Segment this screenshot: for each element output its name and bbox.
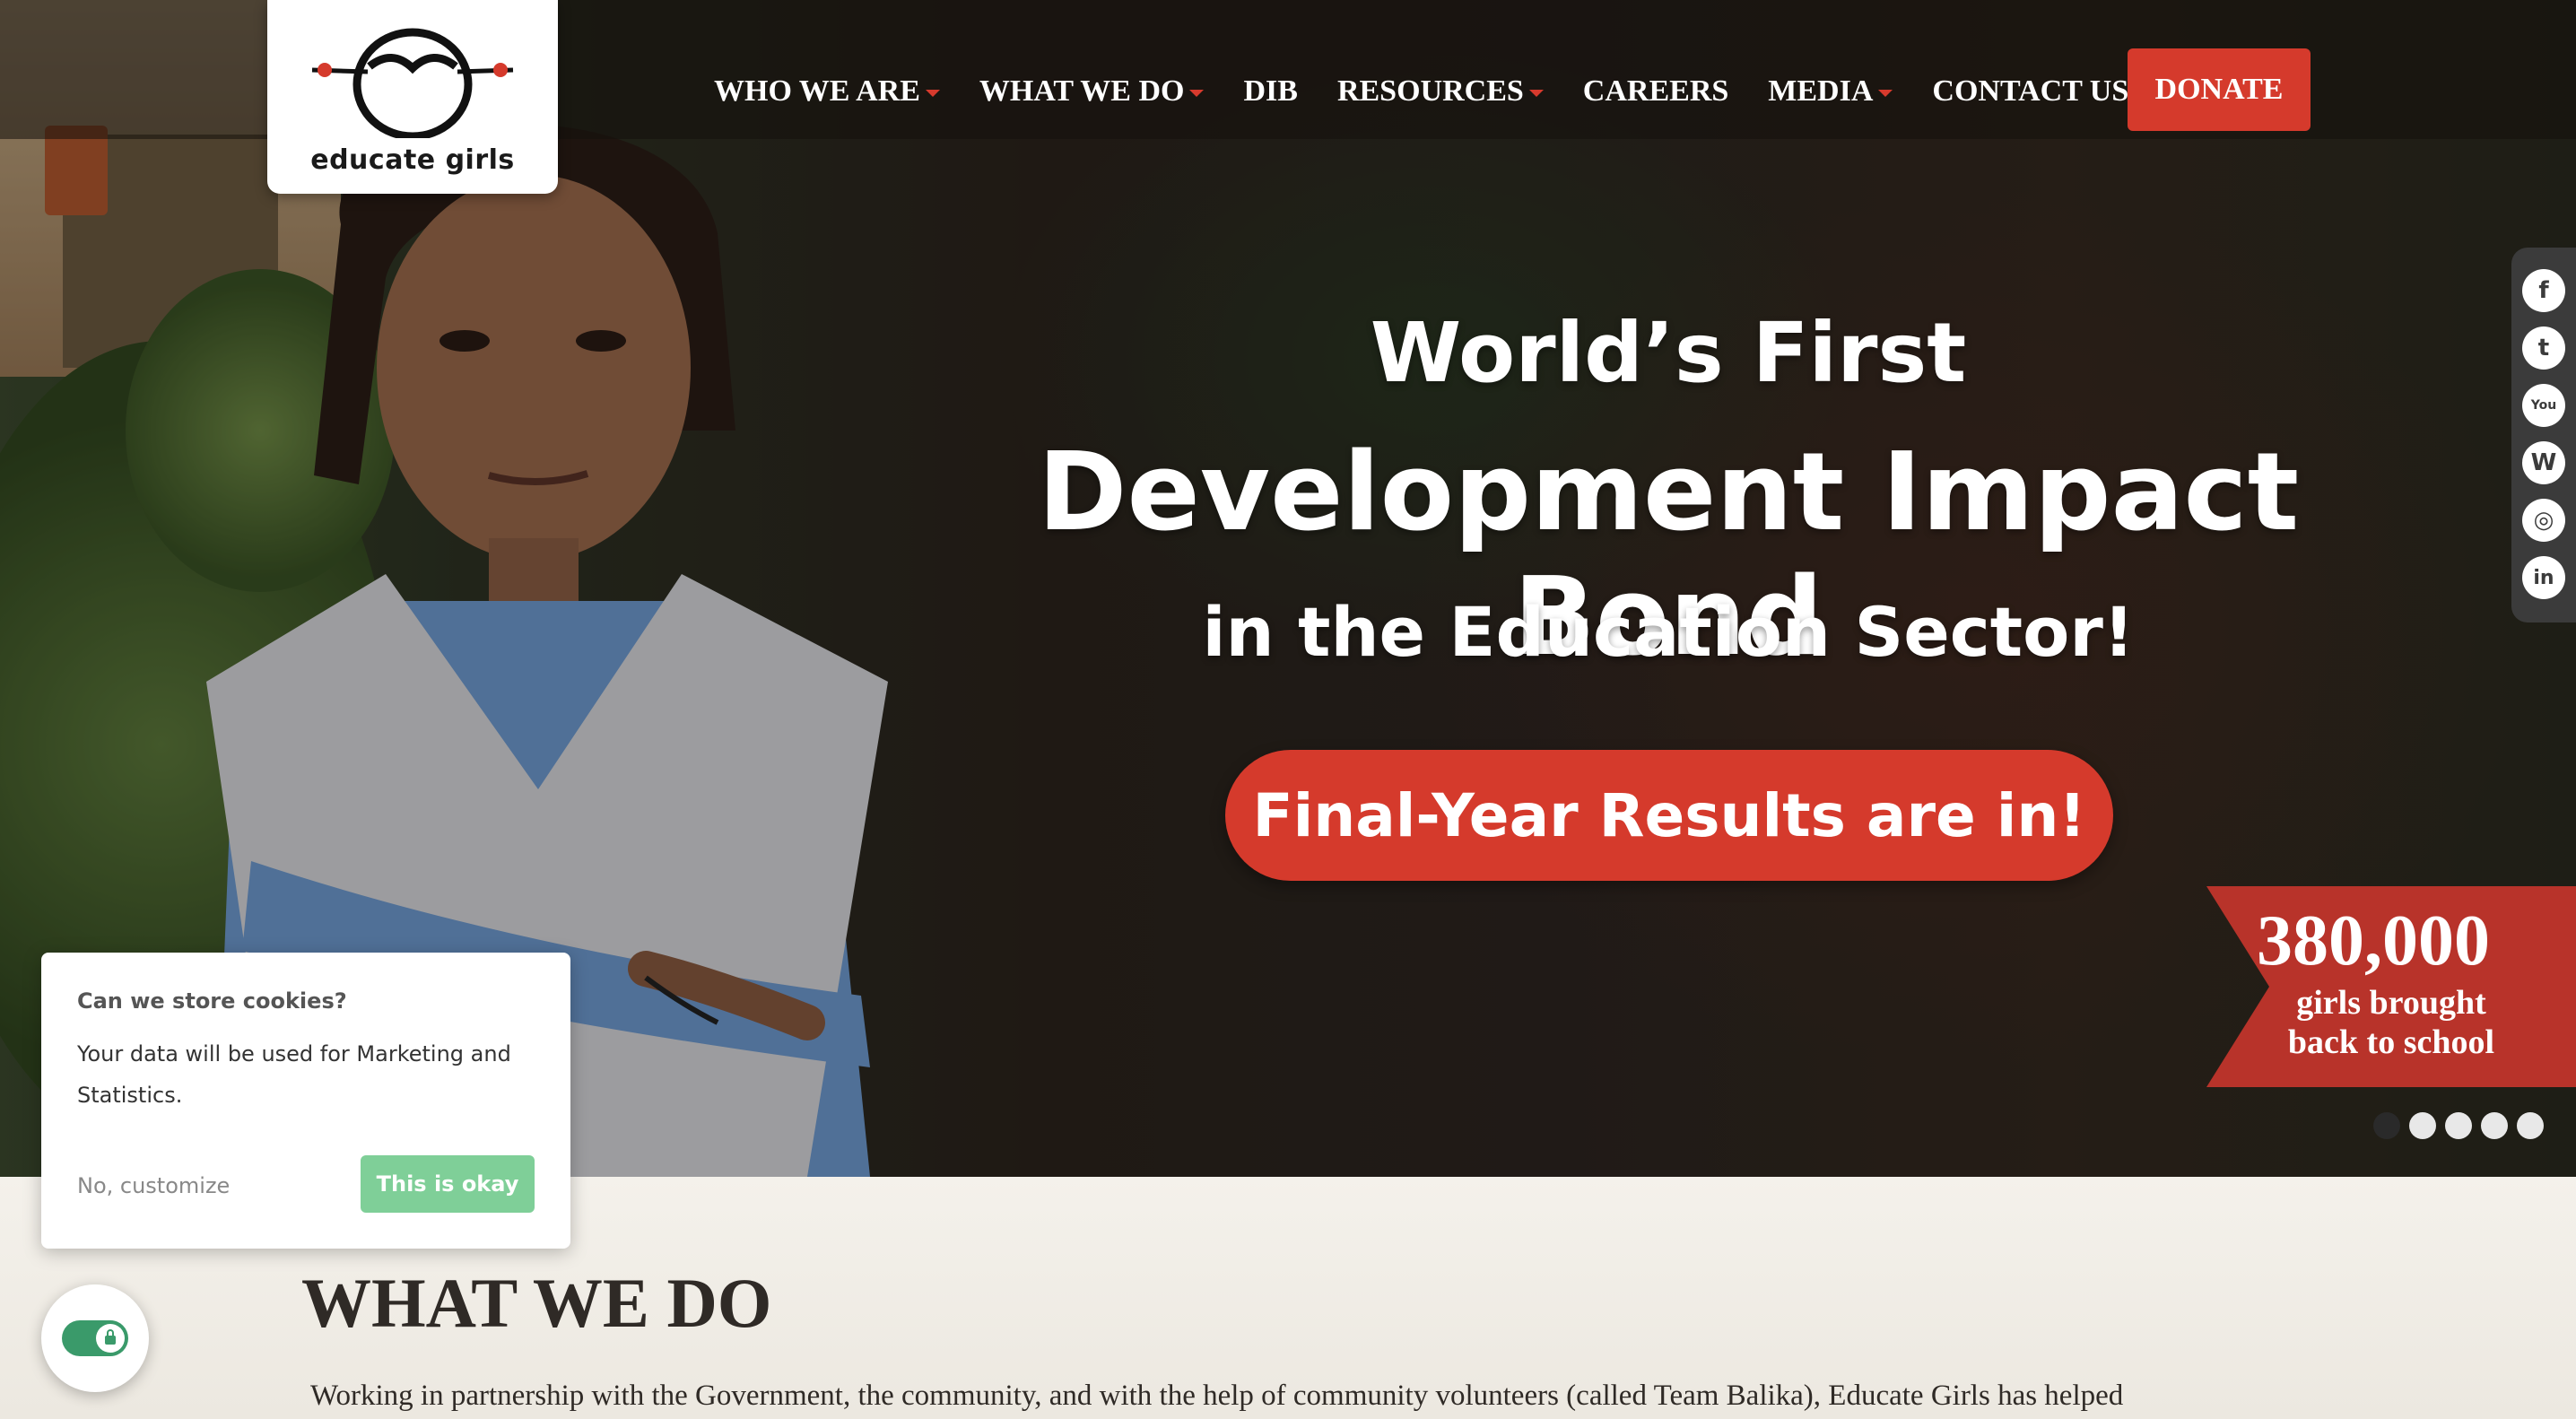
lock-icon bbox=[96, 1324, 125, 1353]
donate-button[interactable]: DONATE bbox=[2128, 48, 2311, 131]
twitter-icon[interactable]: t bbox=[2522, 326, 2565, 370]
caret-down-icon bbox=[1189, 90, 1205, 97]
slider-dot[interactable] bbox=[2373, 1112, 2400, 1139]
caret-down-icon bbox=[1878, 90, 1893, 97]
cookie-customize-link[interactable]: No, customize bbox=[77, 1173, 230, 1198]
youtube-icon[interactable]: You bbox=[2522, 384, 2565, 427]
nav-item-dib[interactable]: DIB bbox=[1243, 48, 1297, 135]
slider-dots bbox=[2373, 1112, 2553, 1139]
nav-item-contact-us[interactable]: CONTACT US bbox=[1932, 48, 2128, 135]
slider-dot[interactable] bbox=[2409, 1112, 2436, 1139]
hero-line-3: in the Education Sector! bbox=[1202, 592, 2135, 672]
nav-item-label: CONTACT US bbox=[1932, 74, 2129, 108]
linkedin-icon[interactable]: in bbox=[2522, 556, 2565, 599]
slider-dot[interactable] bbox=[2517, 1112, 2544, 1139]
privacy-toggle-icon bbox=[62, 1320, 128, 1356]
nav-item-media[interactable]: MEDIA bbox=[1768, 48, 1893, 135]
site-logo[interactable]: educate girls bbox=[267, 0, 558, 194]
caret-down-icon bbox=[1528, 90, 1544, 97]
section-title: WHAT WE DO bbox=[301, 1264, 772, 1342]
results-cta-button[interactable]: Final-Year Results are in! bbox=[1225, 750, 2113, 881]
cookie-title: Can we store cookies? bbox=[77, 988, 347, 1014]
nav-item-what-we-do[interactable]: WHAT WE DO bbox=[979, 48, 1205, 135]
main-nav: WHO WE ARE WHAT WE DO DIB RESOURCES CARE… bbox=[714, 48, 2168, 135]
hero-line-1: World’s First bbox=[1370, 305, 1967, 401]
nav-item-who-we-are[interactable]: WHO WE ARE bbox=[714, 48, 940, 135]
slider-dot[interactable] bbox=[2481, 1112, 2508, 1139]
nav-item-careers[interactable]: CAREERS bbox=[1583, 48, 1728, 135]
logo-face-icon bbox=[311, 28, 514, 138]
nav-item-label: DIB bbox=[1243, 74, 1298, 108]
nav-item-label: MEDIA bbox=[1768, 74, 1874, 108]
wordpress-icon[interactable]: W bbox=[2522, 441, 2565, 484]
logo-text: educate girls bbox=[310, 144, 515, 176]
nav-item-label: WHAT WE DO bbox=[979, 74, 1185, 108]
cookie-accept-button[interactable]: This is okay bbox=[361, 1155, 535, 1213]
nav-item-resources[interactable]: RESOURCES bbox=[1337, 48, 1544, 135]
stat-caption: girls brought back to school bbox=[2239, 983, 2544, 1062]
nav-item-label: WHO WE ARE bbox=[714, 74, 920, 108]
nav-item-label: RESOURCES bbox=[1336, 74, 1524, 108]
section-text: Working in partnership with the Governme… bbox=[310, 1380, 2124, 1412]
instagram-icon[interactable]: ◎ bbox=[2522, 499, 2565, 542]
facebook-icon[interactable]: f bbox=[2522, 269, 2565, 312]
nav-item-label: CAREERS bbox=[1582, 74, 1729, 108]
cookie-text: Your data will be used for Marketing and… bbox=[77, 1041, 511, 1108]
slider-dot[interactable] bbox=[2445, 1112, 2472, 1139]
stat-number: 380,000 bbox=[2257, 901, 2490, 980]
social-sidebar: f t You W ◎ in bbox=[2511, 248, 2576, 622]
privacy-settings-button[interactable] bbox=[41, 1284, 149, 1392]
stat-caption-line: girls brought bbox=[2296, 984, 2486, 1022]
stat-caption-line: back to school bbox=[2287, 1023, 2495, 1061]
caret-down-icon bbox=[925, 90, 940, 97]
cookie-consent-popup: Can we store cookies? Your data will be … bbox=[41, 953, 570, 1249]
